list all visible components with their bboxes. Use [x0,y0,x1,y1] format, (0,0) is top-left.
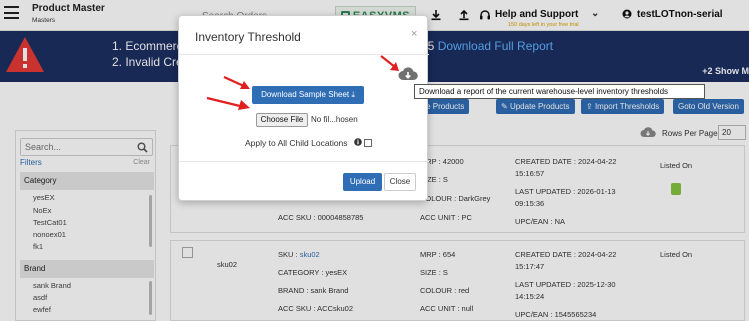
arrow-icon [223,75,250,89]
threshold-report-tooltip: Download a report of the current warehou… [414,84,705,99]
close-icon[interactable]: × [411,28,417,40]
apply-to-child-locations-checkbox[interactable] [364,139,372,147]
upload-button[interactable]: Upload [343,173,382,191]
arrow-icon [380,55,399,71]
info-icon[interactable] [354,138,362,146]
download-sample-sheet-button[interactable]: Download Sample Sheet ⤓ [252,86,364,104]
file-status: No fil...hosen [311,115,358,124]
download-sample-sheet-label: Download Sample Sheet [261,90,350,99]
modal-footer-divider [179,161,429,162]
arrow-icon [206,96,250,110]
close-button[interactable]: Close [384,173,416,191]
choose-file-button[interactable]: Choose File [256,113,308,127]
apply-to-child-locations-label: Apply to All Child Locations [245,138,348,148]
modal-title: Inventory Threshold [195,30,301,44]
